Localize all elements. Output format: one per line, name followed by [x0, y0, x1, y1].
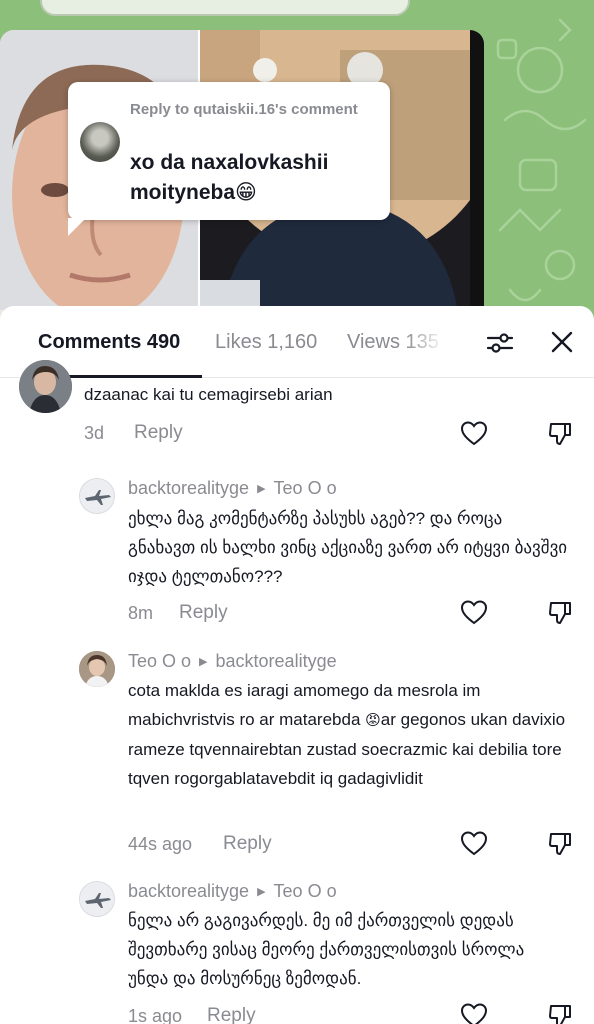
reply-sticker: Reply to qutaiskii.16's comment xo da na…	[68, 82, 390, 236]
thumbs-down-icon[interactable]	[548, 421, 574, 447]
avatar[interactable]	[79, 881, 115, 917]
username-reply-to[interactable]: Teo O o	[274, 478, 337, 498]
comment-time: 3d	[84, 423, 105, 443]
username-author[interactable]: Teo O o	[128, 651, 191, 671]
comment-time: 44s ago	[128, 834, 193, 854]
close-icon[interactable]	[548, 328, 576, 356]
username-reply-to[interactable]: backtorealityge	[216, 651, 337, 671]
tab-comments[interactable]: Comments 490	[38, 330, 180, 354]
comment-text: cota maklda es iaragi amomego da mesrola…	[128, 676, 568, 793]
angry-emoji: 😡	[365, 712, 381, 729]
comment-time: 1s ago	[128, 1006, 183, 1024]
grinning-emoji: 😁	[235, 181, 257, 204]
reply-arrow-icon: ▶	[257, 483, 266, 495]
reply-sticker-tail	[68, 218, 86, 236]
comment-username[interactable]: Teo O o ▶ backtorealityge	[128, 650, 337, 673]
comment-time: 8m	[128, 603, 154, 623]
username-author[interactable]: backtorealityge	[128, 478, 249, 498]
comment-username[interactable]: backtorealityge ▶ Teo O o	[128, 880, 337, 903]
reply-arrow-icon: ▶	[257, 886, 266, 898]
reply-sticker-text: xo da naxalovkashii moityneba😁	[130, 148, 380, 208]
tab-bar: Comments 490 Likes 1,160 Views 135	[0, 306, 594, 378]
thumbs-down-icon[interactable]	[548, 831, 574, 857]
avatar	[80, 122, 120, 162]
comment-username[interactable]: backtorealityge ▶ Teo O o	[128, 477, 337, 500]
reply-arrow-icon: ▶	[199, 656, 208, 668]
avatar-image	[79, 651, 115, 687]
jet-avatar-image	[80, 882, 114, 916]
thumbs-down-icon[interactable]	[548, 1003, 574, 1024]
heart-icon[interactable]	[460, 830, 488, 856]
jet-avatar-image	[80, 479, 114, 513]
comment-text: dzaanac kai tu cemagirsebi arian	[84, 385, 333, 404]
heart-icon[interactable]	[460, 1002, 488, 1024]
reply-button[interactable]: Reply	[179, 602, 228, 624]
avatar[interactable]	[79, 478, 115, 514]
comments-sheet: Comments 490 Likes 1,160 Views 135 dzaan…	[0, 306, 594, 1024]
heart-icon[interactable]	[460, 599, 488, 625]
username-reply-to[interactable]: Teo O o	[274, 881, 337, 901]
heart-icon[interactable]	[460, 420, 488, 446]
sliders-icon[interactable]	[485, 328, 515, 358]
tabs-fade	[405, 318, 455, 368]
avatar[interactable]	[19, 360, 72, 413]
reply-button[interactable]: Reply	[207, 1005, 256, 1024]
reply-button[interactable]: Reply	[134, 422, 183, 444]
reply-to-label: Reply to qutaiskii.16's comment	[130, 101, 358, 118]
reply-button[interactable]: Reply	[223, 833, 272, 855]
thumbs-down-icon[interactable]	[548, 600, 574, 626]
avatar[interactable]	[79, 651, 115, 687]
comment-text: ნელა არ გაგივარდეს. მე იმ ქართველის დედა…	[128, 911, 525, 988]
reply-sticker-body: xo da naxalovkashii moityneba	[130, 151, 329, 204]
username-author[interactable]: backtorealityge	[128, 881, 249, 901]
comment-text: ეხლა მაგ კომენტარზე პასუხს აგებ?? და როც…	[128, 509, 568, 586]
video-preview[interactable]: Reply to qutaiskii.16's comment xo da na…	[0, 0, 594, 330]
tab-likes[interactable]: Likes 1,160	[215, 330, 317, 354]
message-bubble-top	[40, 0, 410, 16]
avatar-image	[19, 360, 72, 413]
